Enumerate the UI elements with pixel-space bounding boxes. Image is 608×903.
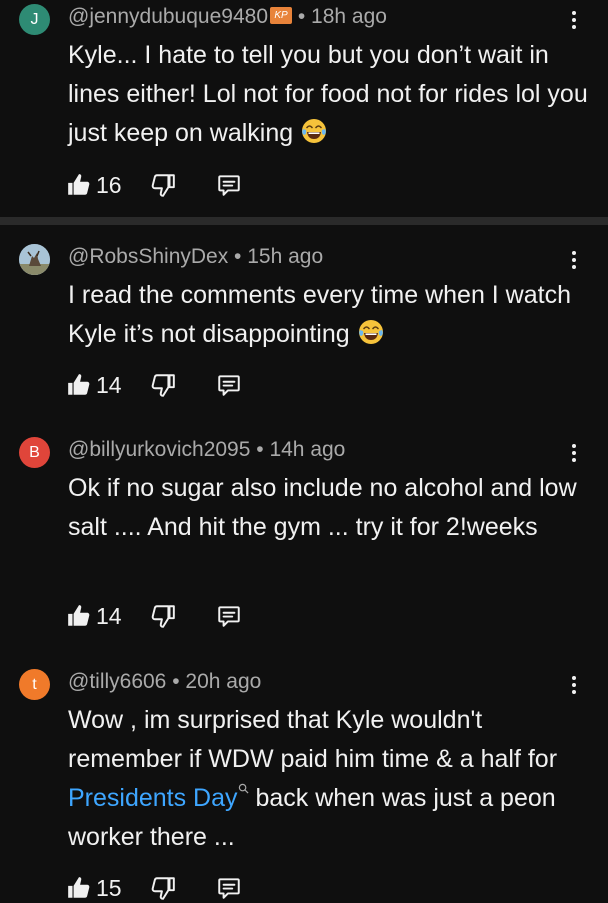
more-vert-icon[interactable] bbox=[564, 5, 584, 35]
avatar[interactable]: t bbox=[19, 669, 50, 700]
like-count: 16 bbox=[96, 171, 122, 198]
like-count: 14 bbox=[96, 602, 122, 629]
timestamp: 18h ago bbox=[311, 5, 387, 28]
avatar-image-icon bbox=[19, 244, 50, 275]
timestamp: 15h ago bbox=[247, 245, 324, 268]
comment-text: I read the comments every time when I wa… bbox=[68, 276, 588, 354]
separator: • bbox=[250, 438, 270, 461]
timestamp: 20h ago bbox=[185, 670, 262, 693]
more-vert-icon[interactable] bbox=[564, 245, 584, 275]
comment-body: Ok if no sugar also include no alcohol a… bbox=[68, 474, 577, 541]
separator: • bbox=[228, 245, 248, 268]
comment-meta: @billyurkovich2095 • 14h ago bbox=[68, 438, 345, 462]
comment-body: I read the comments every time when I wa… bbox=[68, 281, 571, 348]
thumbs-down-icon[interactable] bbox=[150, 603, 176, 629]
separator: • bbox=[292, 5, 312, 28]
reply-icon[interactable] bbox=[216, 603, 242, 629]
like-count: 15 bbox=[96, 874, 122, 901]
thumbs-down-icon[interactable] bbox=[150, 172, 176, 198]
username[interactable]: @RobsShinyDex bbox=[68, 245, 228, 268]
comment-text: Ok if no sugar also include no alcohol a… bbox=[68, 469, 588, 547]
comment-meta: @jennydubuque9480 KP • 18h ago bbox=[68, 5, 387, 29]
like-count: 14 bbox=[96, 371, 122, 398]
separator: • bbox=[166, 670, 186, 693]
thumbs-up-icon[interactable] bbox=[66, 172, 92, 198]
timestamp: 14h ago bbox=[269, 438, 346, 461]
username[interactable]: @jennydubuque9480 bbox=[68, 5, 268, 28]
thumbs-up-icon[interactable] bbox=[66, 603, 92, 629]
comment-actions: 14 bbox=[66, 370, 242, 400]
search-link[interactable]: Presidents Day bbox=[68, 784, 238, 812]
comment-text: Kyle... I hate to tell you but you don’t… bbox=[68, 36, 588, 153]
thumbs-down-icon[interactable] bbox=[150, 372, 176, 398]
more-vert-icon[interactable] bbox=[564, 438, 584, 468]
laughing-emoji-icon bbox=[357, 318, 385, 346]
avatar-letter: B bbox=[29, 443, 40, 461]
username[interactable]: @tilly6606 bbox=[68, 670, 166, 693]
avatar[interactable]: B bbox=[19, 437, 50, 468]
thumbs-up-icon[interactable] bbox=[66, 372, 92, 398]
comment-actions: 14 bbox=[66, 601, 242, 631]
avatar-letter: J bbox=[30, 10, 39, 28]
avatar[interactable]: J bbox=[19, 4, 50, 35]
thumbs-down-icon[interactable] bbox=[150, 875, 176, 901]
avatar-letter: t bbox=[32, 675, 37, 693]
more-vert-icon[interactable] bbox=[564, 670, 584, 700]
laughing-emoji-icon bbox=[300, 117, 328, 145]
reply-icon[interactable] bbox=[216, 372, 242, 398]
username[interactable]: @billyurkovich2095 bbox=[68, 438, 250, 461]
reply-icon[interactable] bbox=[216, 172, 242, 198]
comment-actions: 16 bbox=[66, 170, 242, 200]
thumbs-up-icon[interactable] bbox=[66, 875, 92, 901]
search-icon[interactable] bbox=[238, 783, 249, 794]
comment-actions: 15 bbox=[66, 873, 242, 903]
avatar[interactable] bbox=[19, 244, 50, 275]
section-divider bbox=[0, 217, 608, 225]
comment-meta: @tilly6606 • 20h ago bbox=[68, 670, 261, 694]
comment-body-start: Wow , im surprised that Kyle wouldn't re… bbox=[68, 706, 558, 773]
member-badge-icon: KP bbox=[270, 6, 292, 24]
comment-meta: @RobsShinyDex • 15h ago bbox=[68, 245, 323, 269]
comment-text: Wow , im surprised that Kyle wouldn't re… bbox=[68, 701, 588, 857]
reply-icon[interactable] bbox=[216, 875, 242, 901]
